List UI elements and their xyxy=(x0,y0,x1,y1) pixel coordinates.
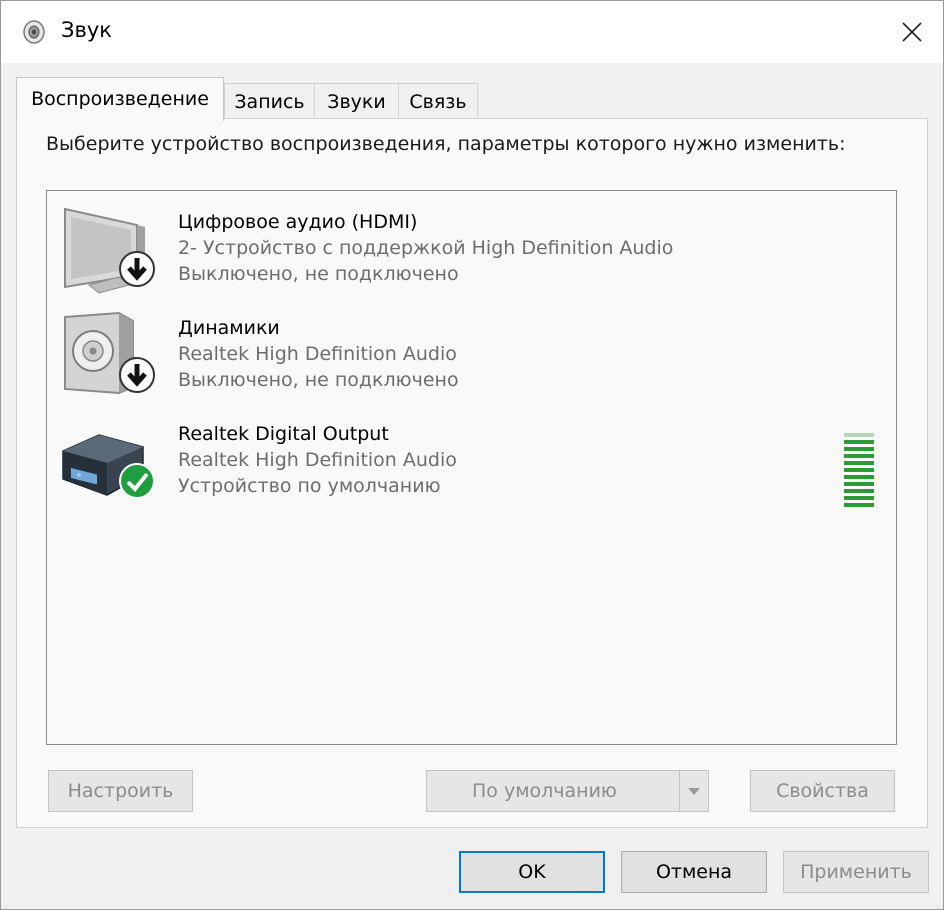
window-title: Звук xyxy=(61,18,112,42)
level-bar xyxy=(844,489,874,493)
audio-receiver-icon xyxy=(59,417,159,517)
properties-button[interactable]: Свойства xyxy=(750,770,895,812)
level-bar xyxy=(844,475,874,479)
volume-level-meter xyxy=(844,433,874,510)
device-list[interactable]: Цифровое аудио (HDMI) 2- Устройство с по… xyxy=(46,190,897,745)
tab-playback[interactable]: Воспроизведение xyxy=(16,77,224,121)
ok-button[interactable]: OK xyxy=(459,851,605,893)
apply-button[interactable]: Применить xyxy=(783,851,929,893)
level-bar xyxy=(844,482,874,486)
level-bar xyxy=(844,468,874,472)
speaker-box-icon xyxy=(59,311,159,411)
close-button[interactable] xyxy=(881,1,943,63)
sound-dialog: Звук Воспроизведение Запись Звуки Связь … xyxy=(0,0,944,910)
device-name: Realtek Digital Output xyxy=(178,423,389,445)
device-driver: 2- Устройство с поддержкой High Definiti… xyxy=(178,237,674,259)
device-name: Цифровое аудио (HDMI) xyxy=(178,211,418,233)
tab-panel-playback: Выберите устройство воспроизведения, пар… xyxy=(16,118,928,828)
set-default-split-button[interactable]: По умолчанию xyxy=(426,770,709,812)
monitor-icon xyxy=(59,205,159,305)
tab-communications[interactable]: Связь xyxy=(398,83,478,119)
level-bar xyxy=(844,440,874,444)
level-bar xyxy=(844,503,874,507)
chevron-down-icon xyxy=(688,788,700,795)
tab-recording[interactable]: Запись xyxy=(224,83,315,119)
cancel-button[interactable]: Отмена xyxy=(621,851,767,893)
level-bar xyxy=(844,433,874,437)
dropdown-arrow-button[interactable] xyxy=(679,771,708,811)
device-status: Выключено, не подключено xyxy=(178,369,459,391)
device-status: Устройство по умолчанию xyxy=(178,475,441,497)
speaker-icon xyxy=(21,19,47,45)
device-item-speakers[interactable]: Динамики Realtek High Definition Audio В… xyxy=(47,311,896,411)
default-check-icon xyxy=(119,463,155,499)
level-bar xyxy=(844,447,874,451)
device-item-hdmi[interactable]: Цифровое аудио (HDMI) 2- Устройство с по… xyxy=(47,205,896,305)
title-bar: Звук xyxy=(1,1,943,63)
set-default-label: По умолчанию xyxy=(472,780,617,802)
device-item-digital-output[interactable]: Realtek Digital Output Realtek High Defi… xyxy=(47,417,896,517)
level-bar xyxy=(844,496,874,500)
disconnected-arrow-icon xyxy=(119,251,155,287)
disconnected-arrow-icon xyxy=(119,357,155,393)
device-status: Выключено, не подключено xyxy=(178,263,459,285)
device-name: Динамики xyxy=(178,317,280,339)
level-bar xyxy=(844,454,874,458)
device-driver: Realtek High Definition Audio xyxy=(178,343,457,365)
instruction-text: Выберите устройство воспроизведения, пар… xyxy=(46,133,846,155)
device-driver: Realtek High Definition Audio xyxy=(178,449,457,471)
tab-sounds[interactable]: Звуки xyxy=(314,83,399,119)
level-bar xyxy=(844,461,874,465)
close-icon xyxy=(902,22,922,42)
configure-button[interactable]: Настроить xyxy=(48,770,193,812)
